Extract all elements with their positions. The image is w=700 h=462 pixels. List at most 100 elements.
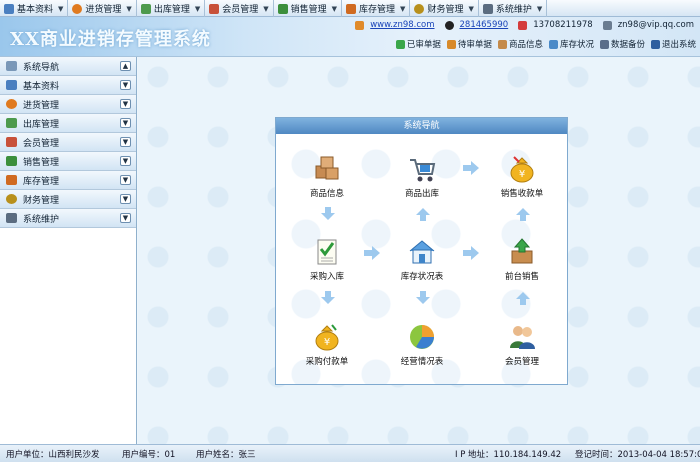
house-icon — [548, 39, 558, 49]
node-front-sales[interactable]: 前台销售 — [487, 237, 557, 282]
menu-inventory[interactable]: 库存管理 ▼ — [342, 0, 411, 17]
phone-icon — [518, 20, 528, 30]
navigation-panel: 系统导航 商品信息 商品出库 ¥ 销售收款单 采购入库 库存状况表 前台销售 ¥… — [275, 117, 568, 385]
warehouse-icon — [407, 237, 437, 267]
boxes-icon — [312, 154, 342, 184]
coins-icon — [6, 194, 17, 204]
website-link[interactable]: www.zn98.com — [370, 20, 434, 30]
sidebar-item-inventory[interactable]: 库存管理 ▼ — [0, 171, 136, 190]
cart-icon — [407, 154, 437, 184]
menu-members[interactable]: 会员管理 ▼ — [205, 0, 274, 17]
sidebar-item-outbound[interactable]: 出库管理 ▼ — [0, 114, 136, 133]
arrow-right-icon — [463, 246, 479, 260]
svg-text:¥: ¥ — [324, 337, 330, 348]
dropdown-arrow-icon: ▼ — [194, 4, 201, 13]
book-icon — [4, 3, 14, 14]
nav-icon — [6, 61, 17, 71]
dropdown-arrow-icon: ▼ — [536, 4, 543, 13]
header-banner: XX商业进销存管理系统 www.zn98.com 281465990 13708… — [0, 17, 700, 57]
monitor-icon — [482, 3, 493, 14]
arrow-right-icon — [463, 161, 479, 175]
menu-basic-info[interactable]: 基本资料 ▼ — [0, 0, 69, 17]
chart-icon — [277, 3, 288, 14]
node-purchase-in[interactable]: 采购入库 — [292, 237, 362, 282]
expand-icon[interactable]: ▼ — [120, 194, 131, 204]
arrow-up-icon — [516, 292, 530, 305]
phone-number: 13708211978 — [533, 20, 593, 30]
status-user-unit: 用户单位：山西利民沙发 — [6, 449, 100, 460]
expand-icon[interactable]: ▼ — [120, 175, 131, 185]
node-member-management[interactable]: 会员管理 — [487, 322, 557, 367]
dropdown-arrow-icon: ▼ — [58, 4, 64, 13]
node-goods-info[interactable]: 商品信息 — [292, 154, 362, 199]
panel-title: 系统导航 — [276, 118, 567, 134]
arrow-right-icon — [364, 246, 380, 260]
monitor-icon — [6, 213, 17, 223]
top-menubar: 基本资料 ▼ 进货管理 ▼ 出库管理 ▼ 会员管理 ▼ 销售管理 ▼ 库存管理 ▼ 财务管理… — [0, 0, 700, 17]
box-arrow-icon — [507, 237, 537, 267]
svg-text:¥: ¥ — [519, 169, 525, 180]
expand-icon[interactable]: ▼ — [120, 99, 131, 109]
members-icon — [6, 137, 17, 147]
menu-system[interactable]: 系统维护 ▼ — [479, 0, 548, 17]
expand-icon[interactable]: ▼ — [120, 213, 131, 223]
sidebar: 系统导航 ▲ 基本资料 ▼ 进货管理 ▼ 出库管理 ▼ 会员管理 ▼ 销售管理 ▼ 库存管理… — [0, 57, 137, 444]
dropdown-arrow-icon: ▼ — [126, 4, 132, 13]
money-bag-icon: ¥ — [312, 322, 342, 352]
house-icon — [346, 3, 357, 14]
database-icon — [599, 39, 609, 49]
node-stock-status[interactable]: 库存状况表 — [387, 237, 457, 282]
sidebar-item-finance[interactable]: 财务管理 ▼ — [0, 190, 136, 209]
money-bag-icon: ¥ — [507, 154, 537, 184]
node-goods-outbound[interactable]: 商品出库 — [387, 154, 457, 199]
document-icon — [446, 39, 456, 49]
globe-icon — [6, 99, 17, 109]
status-login-time: 登记时间：2013-04-04 18:57:07 — [575, 449, 700, 460]
dropdown-arrow-icon: ▼ — [468, 4, 474, 13]
members-icon — [209, 3, 220, 14]
quick-approved[interactable]: 已审单据 — [395, 38, 441, 50]
qq-link[interactable]: 281465990 — [460, 20, 509, 30]
node-business-report[interactable]: 经营情况表 — [387, 322, 457, 367]
sidebar-item-members[interactable]: 会员管理 ▼ — [0, 133, 136, 152]
expand-icon[interactable]: ▼ — [120, 118, 131, 128]
panel-body: 商品信息 商品出库 ¥ 销售收款单 采购入库 库存状况表 前台销售 ¥ 采购付款… — [276, 134, 567, 384]
globe-icon — [72, 3, 83, 14]
collapse-icon[interactable]: ▲ — [120, 61, 131, 71]
house-icon — [6, 175, 17, 185]
expand-icon[interactable]: ▼ — [120, 80, 131, 90]
box-icon — [497, 39, 507, 49]
arrow-down-icon — [321, 207, 335, 220]
menu-purchase[interactable]: 进货管理 ▼ — [68, 0, 137, 17]
quick-pending[interactable]: 待审单据 — [446, 38, 492, 50]
arrow-down-icon — [321, 291, 335, 304]
node-sales-receipt[interactable]: ¥ 销售收款单 — [487, 154, 557, 199]
sidebar-item-purchase[interactable]: 进货管理 ▼ — [0, 95, 136, 114]
sidebar-item-navigation[interactable]: 系统导航 ▲ — [0, 57, 136, 76]
sidebar-item-system[interactable]: 系统维护 ▼ — [0, 209, 136, 228]
arrow-down-icon — [416, 291, 430, 304]
node-purchase-payment[interactable]: ¥ 采购付款单 — [292, 322, 362, 367]
contact-info: www.zn98.com 281465990 13708211978 zn98@… — [355, 20, 694, 30]
app-title: XX商业进销存管理系统 — [10, 29, 211, 50]
expand-icon[interactable]: ▼ — [120, 137, 131, 147]
quick-goods[interactable]: 商品信息 — [497, 38, 543, 50]
expand-icon[interactable]: ▼ — [120, 156, 131, 166]
qq-icon — [444, 20, 454, 30]
status-ip-address: I P 地址：110.184.149.42 — [455, 449, 562, 460]
sidebar-item-basic-info[interactable]: 基本资料 ▼ — [0, 76, 136, 95]
sidebar-item-sales[interactable]: 销售管理 ▼ — [0, 152, 136, 171]
status-user-id: 用户编号：01 — [122, 449, 176, 460]
menu-sales[interactable]: 销售管理 ▼ — [274, 0, 343, 17]
menu-finance[interactable]: 财务管理 ▼ — [410, 0, 479, 17]
quick-stock[interactable]: 库存状况 — [548, 38, 594, 50]
status-bar: 用户单位：山西利民沙发 用户编号：01 用户姓名：张三 I P 地址：110.1… — [0, 444, 700, 462]
quick-backup[interactable]: 数据备份 — [599, 38, 645, 50]
menu-outbound[interactable]: 出库管理 ▼ — [137, 0, 206, 17]
dropdown-arrow-icon: ▼ — [400, 4, 406, 13]
quick-links: 已审单据 待审单据 商品信息 库存状况 数据备份 退出系统 — [395, 38, 696, 50]
quick-exit[interactable]: 退出系统 — [650, 38, 696, 50]
main-area: 系统导航 商品信息 商品出库 ¥ 销售收款单 采购入库 库存状况表 前台销售 ¥… — [138, 57, 700, 444]
dropdown-arrow-icon: ▼ — [263, 4, 269, 13]
chart-icon — [6, 156, 17, 166]
